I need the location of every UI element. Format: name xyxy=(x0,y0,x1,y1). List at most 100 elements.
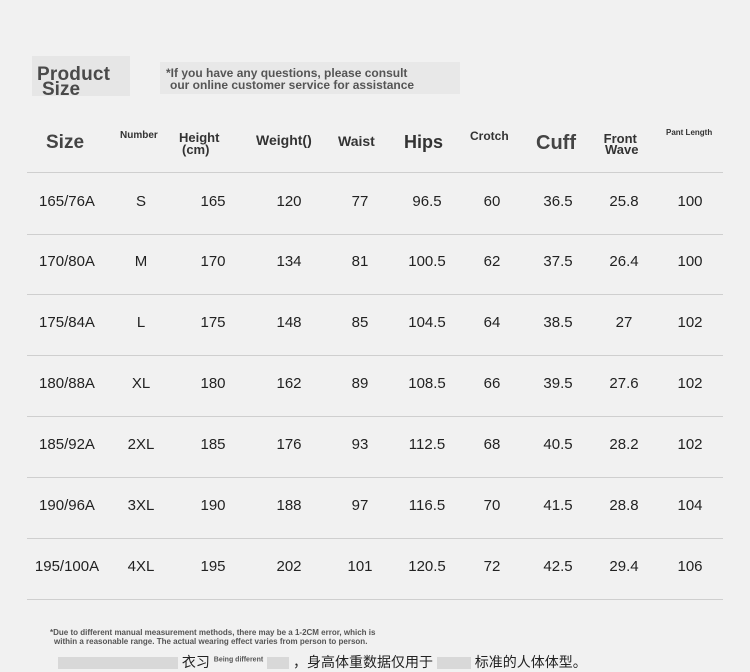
cell-size: 170/80A xyxy=(39,253,95,270)
cn-text-a: 衣习 xyxy=(181,654,210,670)
cell-crotch: 72 xyxy=(483,558,501,575)
cell-crotch: 60 xyxy=(483,193,501,210)
header-cuff: Cuff xyxy=(536,132,576,154)
cell-pant-length: 102 xyxy=(677,314,703,331)
header-size: Size xyxy=(46,132,85,153)
cell-size: 195/100A xyxy=(34,558,100,575)
cell-front-wave: 27 xyxy=(615,314,633,331)
cell-height: 190 xyxy=(200,497,226,514)
cell-pant-length: 106 xyxy=(677,558,703,575)
cell-crotch: 64 xyxy=(483,314,501,331)
cell-crotch: 66 xyxy=(483,375,501,392)
cell-front-wave: 27.6 xyxy=(609,375,639,392)
cell-size: 165/76A xyxy=(39,193,95,210)
cell-hips: 100.5 xyxy=(408,253,446,270)
header-weight: Weight() xyxy=(256,132,312,148)
cell-height: 175 xyxy=(200,314,226,331)
cell-number: M xyxy=(134,253,148,270)
cn-text-d: 标准的人体体型。 xyxy=(474,654,587,670)
blurred-text xyxy=(267,657,290,670)
cell-waist: 101 xyxy=(347,558,373,575)
cell-number: XL xyxy=(131,375,151,392)
cell-pant-length: 104 xyxy=(677,497,703,514)
cell-weight: 176 xyxy=(276,436,302,453)
footnote-line2: within a reasonable range. The actual we… xyxy=(54,637,368,646)
table-row: 165/76A S 165 120 77 96.5 60 36.5 25.8 100 xyxy=(27,172,723,235)
cell-size: 180/88A xyxy=(39,375,95,392)
title-line2: Size xyxy=(42,79,81,100)
blurred-text xyxy=(58,657,178,670)
cell-hips: 116.5 xyxy=(408,497,446,514)
header-crotch: Crotch xyxy=(470,129,509,143)
cell-cuff: 38.5 xyxy=(543,314,573,331)
table-row: 195/100A 4XL 195 202 101 120.5 72 42.5 29.4 106 xyxy=(27,538,723,600)
cell-front-wave: 29.4 xyxy=(609,558,639,575)
table-row: 190/96A 3XL 190 188 97 116.5 70 41.5 28.8 104 xyxy=(27,477,723,539)
cell-number: 4XL xyxy=(127,558,155,575)
cell-cuff: 39.5 xyxy=(543,375,573,392)
cell-hips: 108.5 xyxy=(408,375,446,392)
chinese-footnote: 衣习 Being different ，身高体重数据仅用于 标准的人体体型。 xyxy=(58,652,587,672)
cell-front-wave: 28.8 xyxy=(609,497,639,514)
cell-hips: 120.5 xyxy=(408,558,446,575)
cell-number: S xyxy=(135,193,147,210)
cell-pant-length: 102 xyxy=(677,436,703,453)
blurred-text xyxy=(436,657,471,670)
cell-height: 195 xyxy=(200,558,226,575)
footnote-line1: *Due to different manual measurement met… xyxy=(50,628,376,637)
cn-text-b: ，身高体重数据仅 xyxy=(292,654,405,670)
cell-weight: 188 xyxy=(276,497,302,514)
product-size-title: Product Size xyxy=(32,56,130,100)
cell-hips: 96.5 xyxy=(412,193,442,210)
cell-weight: 162 xyxy=(276,375,302,392)
cell-crotch: 70 xyxy=(483,497,501,514)
cell-height: 165 xyxy=(200,193,226,210)
header-pant-length: Pant Length xyxy=(666,128,713,137)
table-row: 175/84A L 175 148 85 104.5 64 38.5 27 102 xyxy=(27,294,723,356)
cell-size: 190/96A xyxy=(39,497,95,514)
cell-front-wave: 26.4 xyxy=(609,253,639,270)
cell-weight: 202 xyxy=(276,558,302,575)
header-hips: Hips xyxy=(404,132,444,152)
customer-service-note: *If you have any questions, please consu… xyxy=(160,62,460,94)
cell-cuff: 41.5 xyxy=(543,497,573,514)
cell-number: 2XL xyxy=(127,436,155,453)
note-line2: our online customer service for assistan… xyxy=(170,78,415,92)
being-different-text: Being different xyxy=(213,656,264,664)
cell-hips: 104.5 xyxy=(408,314,446,331)
cell-waist: 89 xyxy=(351,375,369,392)
cell-waist: 85 xyxy=(351,314,369,331)
cell-pant-length: 100 xyxy=(677,253,703,270)
cell-height: 185 xyxy=(200,436,226,453)
cell-pant-length: 102 xyxy=(677,375,703,392)
header-front-line2: Wave xyxy=(605,142,639,157)
cell-size: 175/84A xyxy=(39,314,95,331)
header-front-wave: Front Wave xyxy=(602,132,639,157)
cell-waist: 77 xyxy=(351,193,369,210)
cell-cuff: 37.5 xyxy=(543,253,573,270)
cell-hips: 112.5 xyxy=(408,436,446,453)
table-row: 170/80A M 170 134 81 100.5 62 37.5 26.4 100 xyxy=(27,233,723,295)
cell-front-wave: 28.2 xyxy=(609,436,639,453)
cell-cuff: 36.5 xyxy=(543,193,573,210)
header-height-line2: (cm) xyxy=(182,142,210,157)
cell-crotch: 68 xyxy=(483,436,501,453)
cell-cuff: 42.5 xyxy=(543,558,573,575)
cell-front-wave: 25.8 xyxy=(609,193,639,210)
cell-waist: 81 xyxy=(351,253,369,270)
cell-size: 185/92A xyxy=(39,436,95,453)
header-number: Number xyxy=(120,130,158,141)
cell-pant-length: 100 xyxy=(677,193,703,210)
cell-weight: 148 xyxy=(276,314,302,331)
cell-height: 170 xyxy=(200,253,226,270)
cell-waist: 93 xyxy=(351,436,369,453)
cell-number: 3XL xyxy=(127,497,155,514)
table-row: 180/88A XL 180 162 89 108.5 66 39.5 27.6 102 xyxy=(27,355,723,417)
cell-cuff: 40.5 xyxy=(543,436,573,453)
header-waist: Waist xyxy=(338,133,375,149)
table-row: 185/92A 2XL 185 176 93 112.5 68 40.5 28.2 102 xyxy=(27,416,723,478)
cell-height: 180 xyxy=(200,375,226,392)
cell-crotch: 62 xyxy=(483,253,501,270)
cell-weight: 134 xyxy=(276,253,302,270)
cell-waist: 97 xyxy=(351,497,369,514)
